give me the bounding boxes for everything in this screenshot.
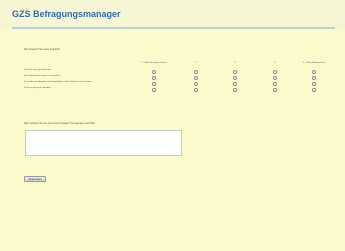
app-header: GZS Befragungsmanager — [0, 0, 345, 30]
question-label-4: Ich bin insgesamt zufrieden. — [24, 87, 52, 89]
rating-radio-q4-2[interactable] — [194, 88, 198, 92]
scale-label-4: 4 — [274, 62, 276, 64]
rating-radio-q3-4[interactable] — [273, 82, 277, 86]
rating-radio-q2-5[interactable] — [312, 76, 316, 80]
rating-radio-q4-5[interactable] — [312, 88, 316, 92]
rating-radio-q3-3[interactable] — [233, 82, 237, 86]
scale-label-5: 5 - trifft vollkommen zu — [303, 62, 325, 64]
rating-radio-q2-4[interactable] — [273, 76, 277, 80]
rating-radio-q3-2[interactable] — [194, 82, 198, 86]
rating-radio-q2-2[interactable] — [194, 76, 198, 80]
app-title: GZS Befragungsmanager — [12, 9, 121, 19]
question-label-1: Ich fühle mich gut informiert. — [24, 69, 52, 71]
scale-label-3: 3 — [234, 62, 236, 64]
question-label-2: Die Informationen waren verständlich. — [24, 75, 61, 77]
rating-radio-q3-1[interactable] — [152, 82, 156, 86]
rating-radio-q1-1[interactable] — [152, 70, 156, 74]
header-divider — [12, 27, 335, 29]
rating-radio-q3-5[interactable] — [312, 82, 316, 86]
rating-radio-q1-3[interactable] — [233, 70, 237, 74]
rating-radio-q2-3[interactable] — [233, 76, 237, 80]
question-label-3: Ich würde das Angebot weiterempfehlen un… — [24, 81, 92, 83]
survey-page: GZS Befragungsmanager Wie bewerten Sie u… — [0, 0, 345, 251]
rating-radio-q4-1[interactable] — [152, 88, 156, 92]
submit-button[interactable]: Absenden — [24, 176, 46, 182]
rating-radio-q4-3[interactable] — [233, 88, 237, 92]
rating-radio-q1-4[interactable] — [273, 70, 277, 74]
free-text-question: Was möchten Sie uns sonst noch mitteilen… — [24, 122, 96, 125]
rating-radio-q1-5[interactable] — [312, 70, 316, 74]
comment-textarea[interactable] — [25, 130, 182, 156]
scale-label-1: 1 - trifft überhaupt nicht zu — [141, 62, 167, 64]
rating-radio-q4-4[interactable] — [273, 88, 277, 92]
rating-radio-q1-2[interactable] — [194, 70, 198, 74]
scale-label-2: 2 — [195, 62, 197, 64]
survey-intro: Wie bewerten Sie unser Angebot? — [24, 48, 61, 51]
rating-radio-q2-1[interactable] — [152, 76, 156, 80]
